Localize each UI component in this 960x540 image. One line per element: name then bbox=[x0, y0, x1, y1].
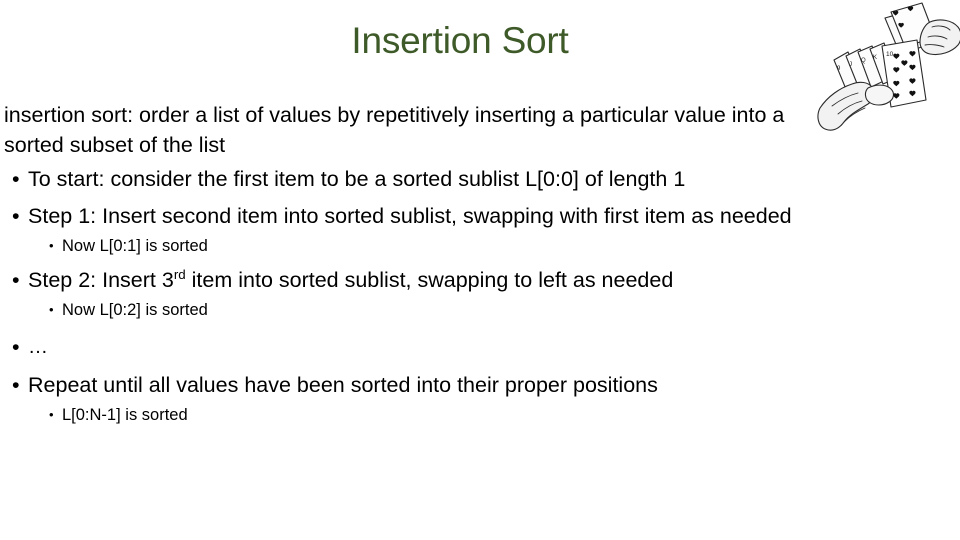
bullet-list: • To start: consider the first item to b… bbox=[4, 164, 904, 427]
ordinal-suffix: rd bbox=[173, 266, 186, 282]
list-item: • … bbox=[4, 332, 904, 362]
list-item: • To start: consider the first item to b… bbox=[4, 164, 904, 194]
bullet-text-after-sup: item into sorted sublist, swapping to le… bbox=[185, 268, 674, 292]
sub-bullet-list: • Now L[0:1] is sorted bbox=[28, 234, 904, 258]
list-item: • Step 2: Insert 3rd item into sorted su… bbox=[4, 265, 904, 322]
bullet-marker: • bbox=[12, 167, 20, 191]
page-title: Insertion Sort bbox=[351, 20, 569, 61]
bullet-text: To start: consider the first item to be … bbox=[28, 167, 686, 191]
bullet-text: Step 2: Insert 3rd item into sorted subl… bbox=[28, 265, 904, 295]
list-item: • Now L[0:2] is sorted bbox=[28, 298, 904, 322]
sub-bullet-text: Now L[0:2] is sorted bbox=[62, 301, 208, 319]
bullet-text-before-sup: Step 2: Insert 3 bbox=[28, 268, 174, 292]
definition-line-1: insertion sort: order a list of values b… bbox=[4, 103, 669, 127]
bullet-marker: • bbox=[49, 238, 54, 253]
bullet-marker: • bbox=[12, 204, 20, 228]
svg-text:9: 9 bbox=[837, 66, 841, 72]
sub-bullet-text: Now L[0:1] is sorted bbox=[62, 237, 208, 255]
list-item: • Repeat until all values have been sort… bbox=[4, 370, 904, 427]
bullet-marker: • bbox=[12, 373, 20, 397]
slide-body: insertion sort: order a list of values b… bbox=[4, 100, 904, 434]
bullet-marker: • bbox=[49, 407, 54, 422]
sub-bullet-list: • L[0:N-1] is sorted bbox=[28, 403, 904, 427]
definition-paragraph: insertion sort: order a list of values b… bbox=[4, 100, 834, 160]
list-item: • L[0:N-1] is sorted bbox=[28, 403, 904, 427]
bullet-marker: • bbox=[12, 335, 20, 359]
list-item: • Now L[0:1] is sorted bbox=[28, 234, 904, 258]
sub-bullet-text: L[0:N-1] is sorted bbox=[62, 406, 188, 424]
bullet-text: Step 1: Insert second item into sorted s… bbox=[28, 204, 792, 228]
bullet-marker: • bbox=[12, 268, 20, 292]
bullet-marker: • bbox=[49, 302, 54, 317]
slide: Insertion Sort 9 J Q K 10 insertion sort… bbox=[0, 0, 960, 540]
bullet-text: Repeat until all values have been sorted… bbox=[28, 373, 658, 397]
list-item: • Step 1: Insert second item into sorted… bbox=[4, 201, 904, 258]
bullet-text: … bbox=[28, 336, 49, 358]
sub-bullet-list: • Now L[0:2] is sorted bbox=[28, 298, 904, 322]
